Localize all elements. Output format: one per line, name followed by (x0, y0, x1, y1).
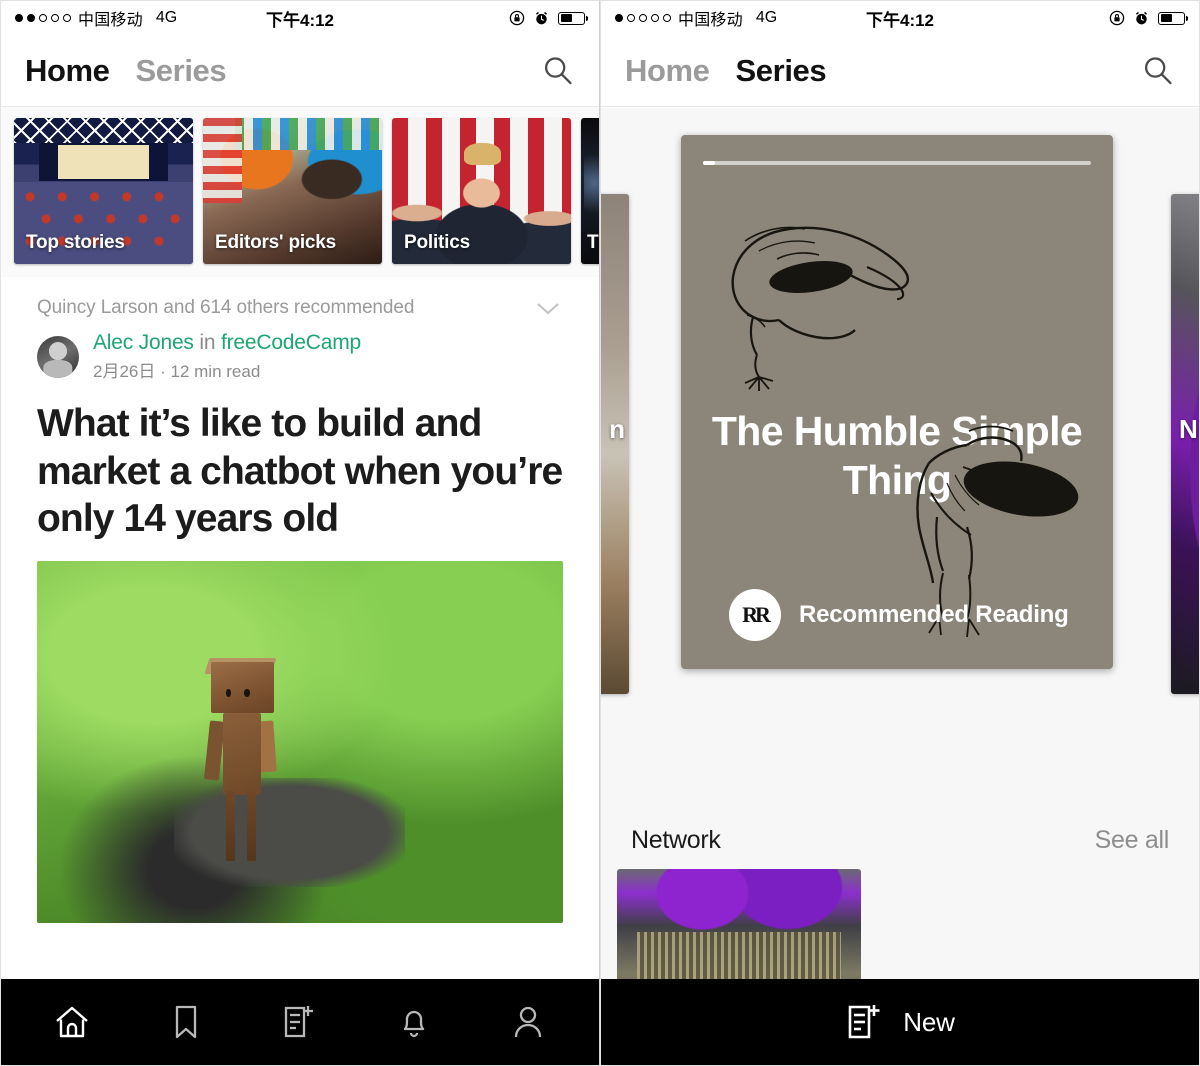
carrier-name: 中国移动 (678, 12, 743, 29)
article-headline[interactable]: What it’s like to build and market a cha… (1, 382, 599, 555)
recommendation-text: Quincy Larson and 614 others recommended (37, 297, 415, 318)
category-card-editors-picks[interactable]: Editors' picks (203, 118, 382, 264)
category-label: Politics (404, 232, 470, 253)
tab-home[interactable]: Home (25, 53, 110, 89)
alarm-clock-icon (1135, 11, 1148, 24)
byline-text-group: Alec Jones in freeCodeCamp 2月26日 · 12 mi… (93, 331, 361, 382)
byline-secondary: 2月26日 · 12 min read (93, 357, 361, 382)
category-label: Editors' picks (215, 232, 337, 253)
category-card-partial[interactable]: T (581, 118, 599, 264)
left-phone-screen: 中国移动 4G 下午4:12 Home Series Top stories E… (0, 0, 600, 1066)
left-status-signal-group: 中国移动 4G (15, 6, 177, 30)
recommendation-row[interactable]: Quincy Larson and 614 others recommended (1, 277, 599, 325)
series-carousel[interactable]: n The Humble Simple Thing RR Recommended… (601, 108, 1199, 798)
home-icon (56, 1006, 88, 1038)
category-card-politics[interactable]: Politics (392, 118, 571, 264)
series-content: n The Humble Simple Thing RR Recommended… (601, 108, 1199, 1065)
network-type: 4G (155, 9, 178, 26)
left-bottom-tab-bar (1, 979, 599, 1065)
publication-name[interactable]: freeCodeCamp (221, 331, 361, 354)
battery-icon (1158, 11, 1188, 25)
new-story-label: New (903, 1006, 955, 1037)
series-card-label: n (609, 414, 625, 444)
right-nav-bar: Home Series (601, 35, 1199, 107)
category-label: T (587, 232, 599, 253)
signal-dot (39, 14, 47, 22)
right-status-signal-group: 中国移动 4G (615, 6, 777, 30)
series-card-featured[interactable]: The Humble Simple Thing RR Recommended R… (681, 135, 1113, 669)
tabbar-item-notifications[interactable] (386, 998, 442, 1046)
avatar[interactable] (37, 335, 79, 378)
series-progress-fill (703, 161, 716, 165)
series-card-next[interactable]: N a (1171, 194, 1199, 694)
signal-strength-dots (615, 14, 671, 22)
tabbar-item-bookmarks[interactable] (158, 998, 214, 1046)
author-name[interactable]: Alec Jones (93, 331, 194, 354)
bird-illustration-top (731, 226, 910, 391)
network-section-header: Network See all (601, 798, 1199, 855)
signal-dot (15, 14, 23, 22)
tab-series[interactable]: Series (736, 53, 827, 89)
new-story-icon (848, 1005, 880, 1039)
network-section-title: Network (631, 826, 721, 854)
rotation-lock-icon (1109, 10, 1125, 26)
tab-series[interactable]: Series (136, 53, 227, 89)
bookmark-icon (175, 1005, 197, 1039)
signal-dot (51, 14, 59, 22)
series-card-publication: Recommended Reading (799, 601, 1069, 628)
byline-separator: · (160, 362, 166, 381)
recommended-reading-logo: RR (729, 589, 781, 641)
carrier-name: 中国移动 (78, 12, 143, 29)
battery-icon (558, 11, 588, 25)
left-status-bar: 中国移动 4G 下午4:12 (1, 1, 599, 35)
signal-dot (651, 14, 659, 22)
tabbar-item-new-story[interactable] (272, 998, 328, 1046)
profile-icon (514, 1006, 542, 1038)
see-all-link[interactable]: See all (1095, 826, 1170, 855)
byline-primary: Alec Jones in freeCodeCamp (93, 331, 361, 355)
bell-icon (403, 1010, 425, 1038)
alarm-clock-icon (535, 11, 548, 24)
series-card-previous[interactable]: n (601, 194, 629, 694)
signal-strength-dots (15, 14, 71, 22)
signal-dot (27, 14, 35, 22)
new-story-bar[interactable]: New (601, 979, 1199, 1065)
chevron-down-icon[interactable] (533, 299, 563, 317)
left-nav-bar: Home Series (1, 35, 599, 107)
search-icon[interactable] (541, 54, 575, 88)
category-card-top-stories[interactable]: Top stories (14, 118, 193, 264)
category-label: Top stories (26, 232, 125, 253)
left-status-icons (509, 10, 588, 26)
search-icon[interactable] (1141, 54, 1175, 88)
tab-home[interactable]: Home (625, 53, 710, 89)
article-byline[interactable]: Alec Jones in freeCodeCamp 2月26日 · 12 mi… (1, 325, 599, 382)
series-card-footer: RR Recommended Reading (729, 589, 1069, 641)
tabbar-item-home[interactable] (44, 998, 100, 1046)
signal-dot (663, 14, 671, 22)
publish-date: 2月26日 (93, 362, 156, 381)
signal-dot (627, 14, 635, 22)
right-status-icons (1109, 10, 1188, 26)
network-type: 4G (755, 9, 778, 26)
right-phone-screen: 中国移动 4G 下午4:12 Home Series n The Humble … (600, 0, 1200, 1066)
tabbar-item-profile[interactable] (500, 998, 556, 1046)
category-carousel[interactable]: Top stories Editors' picks Politics T (1, 107, 599, 277)
series-progress-bar[interactable] (703, 161, 1091, 165)
signal-dot (639, 14, 647, 22)
right-status-bar: 中国移动 4G 下午4:12 (601, 1, 1199, 35)
read-time: 12 min read (170, 362, 261, 381)
signal-dot (615, 14, 623, 22)
signal-dot (63, 14, 71, 22)
new-story-icon (284, 1006, 313, 1038)
wooden-robot-figure (203, 658, 308, 862)
article-hero-image[interactable] (37, 560, 563, 923)
dual-screenshot-frame: 中国移动 4G 下午4:12 Home Series Top stories E… (0, 0, 1200, 1066)
byline-in-word: in (199, 331, 216, 354)
rotation-lock-icon (509, 10, 525, 26)
series-card-label: N a (1179, 414, 1199, 444)
